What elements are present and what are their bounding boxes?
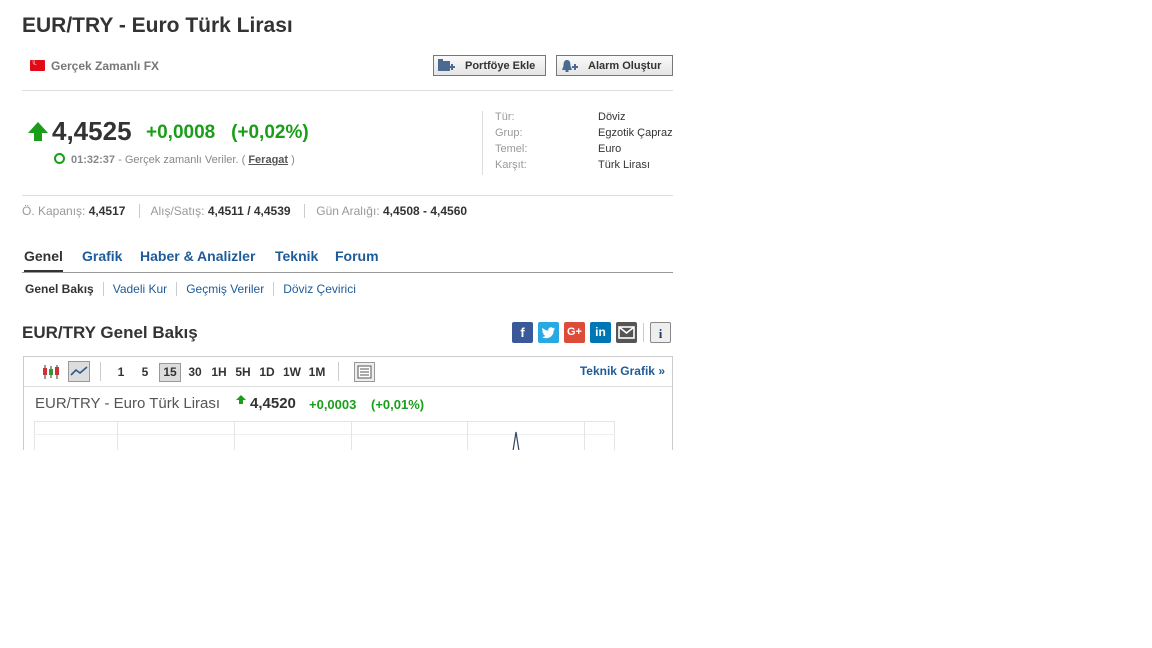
bell-add-icon [562,60,578,72]
portfolio-add-icon [438,59,455,71]
clock-icon [54,153,65,164]
prev-close-label: Ö. Kapanış: [22,204,86,218]
prev-close-value: 4,4517 [88,204,126,218]
blank-area [0,450,1152,648]
candlestick-icon[interactable] [42,364,60,380]
interval-1[interactable]: 1 [113,363,129,382]
create-alert-label: Alarm Oluştur [588,60,662,72]
facebook-icon[interactable]: f [512,322,533,343]
create-alert-button[interactable]: Alarm Oluştur [556,55,673,76]
up-arrow-icon [236,395,246,404]
disclaimer-link[interactable]: Feragat [248,154,288,166]
quote-block: 4,4525 +0,0008 (+0,02%) 01:32:37 - Gerçe… [22,112,482,182]
share-bar: f G+ in i [512,322,673,344]
info-key: Grup: [495,127,523,139]
subtab-forward-rates[interactable]: Vadeli Kur [113,282,167,296]
turkey-flag-icon [30,57,45,71]
tab-news-analysis[interactable]: Haber & Analizler [140,248,255,264]
data-source-label: Gerçek Zamanlı FX [51,59,160,73]
add-to-portfolio-label: Portföye Ekle [465,60,536,72]
line-chart-icon [70,366,88,376]
chart-settings-button[interactable] [354,362,375,382]
price-change-value: +0,0008 [146,122,216,143]
tab-forum[interactable]: Forum [335,248,379,264]
section-title: EUR/TRY Genel Bakış [22,323,198,342]
tab-technical[interactable]: Teknik [275,248,318,264]
page-title: EUR/TRY - Euro Türk Lirası [22,14,293,37]
divider [22,195,673,196]
update-time: 01:32:37 [71,154,116,166]
update-time-row: 01:32:37 - Gerçek zamanlı Veriler. ( Fer… [54,153,295,166]
subtab-overview[interactable]: Genel Bakış [25,282,94,296]
interval-1h[interactable]: 1H [209,363,229,382]
interval-15[interactable]: 15 [159,363,181,382]
line-chart-button[interactable] [68,361,90,382]
source-row: Gerçek Zamanlı FX Portföye Ekle Alarm Ol… [22,55,673,79]
add-to-portfolio-button[interactable]: Portföye Ekle [433,55,546,76]
subtab-historical-data[interactable]: Geçmiş Veriler [186,282,264,296]
interval-5[interactable]: 5 [137,363,153,382]
realtime-note: - Gerçek zamanlı Veriler. ( [118,154,246,166]
chart-toolbar: 1 5 15 30 1H 5H 1D 1W 1M Teknik Grafik » [24,357,672,387]
info-value: Egzotik Çapraz [598,127,673,139]
tab-general[interactable]: Genel [24,248,63,272]
chart-price: 4,4520 [250,395,296,412]
twitter-icon[interactable] [538,322,559,343]
email-icon[interactable] [616,322,637,343]
chart-change: +0,0003 [309,397,357,412]
price-change-percent: (+0,02%) [231,122,309,143]
bid-ask-label: Alış/Satış: [150,204,205,218]
day-range-label: Gün Aralığı: [316,204,380,218]
info-key: Temel: [495,143,528,155]
info-key: Karşıt: [495,159,527,171]
interval-30[interactable]: 30 [185,363,205,382]
price-chart-plot [34,421,615,451]
last-price: 4,4525 [52,116,132,146]
up-arrow-icon [28,122,48,141]
main-tabs: Genel Grafik Haber & Analizler Teknik Fo… [22,248,673,273]
info-value: Türk Lirası [598,159,650,171]
chart-panel-icon [357,365,372,379]
linkedin-icon[interactable]: in [590,322,611,343]
info-value: Döviz [598,111,626,123]
subtab-currency-converter[interactable]: Döviz Çevirici [283,282,356,296]
chart-change-percent: (+0,01%) [371,397,425,412]
day-range-value: 4,4508 - 4,4560 [382,204,468,218]
info-icon[interactable]: i [650,322,671,343]
price-change: +0,0008 (+0,02%) [146,122,309,144]
sub-tabs: Genel Bakış Vadeli Kur Geçmiş Veriler Döviz… [25,282,356,296]
interval-1w[interactable]: 1W [281,363,303,382]
stats-row: Ö. Kapanış: 4,4517 Alış/Satış: 4,4511 / … [22,204,467,218]
instrument-info: Tür: Döviz Grup: Egzotik Çapraz Temel: E… [482,111,674,175]
divider [22,90,673,91]
bid-ask-value: 4,4511 / 4,4539 [207,204,291,218]
interval-1d[interactable]: 1D [257,363,277,382]
info-value: Euro [598,143,622,155]
chart-title: EUR/TRY - Euro Türk Lirası [35,395,221,412]
google-plus-icon[interactable]: G+ [564,322,585,343]
technical-chart-link[interactable]: Teknik Grafik » [580,364,665,378]
tab-chart[interactable]: Grafik [82,248,122,264]
interval-5h[interactable]: 5H [233,363,253,382]
close-paren: ) [291,154,295,166]
interval-1m[interactable]: 1M [306,363,328,382]
info-key: Tür: [495,111,515,123]
